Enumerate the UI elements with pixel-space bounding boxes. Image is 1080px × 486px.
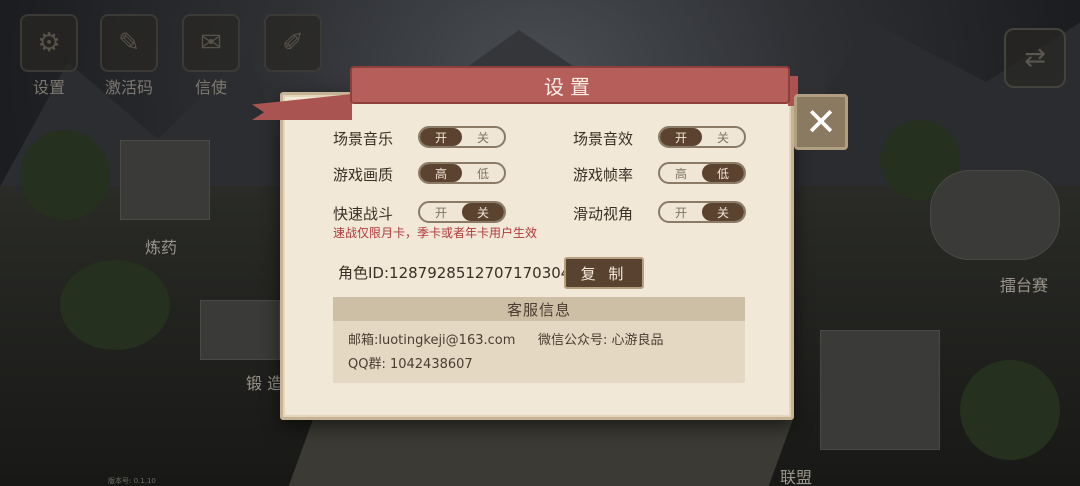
alliance-building[interactable] bbox=[820, 330, 940, 450]
toggle-off-segment[interactable]: 关 bbox=[462, 128, 504, 146]
option-label-swipe-view: 滑动视角 bbox=[573, 205, 634, 223]
toggle-scene-sound[interactable]: 开 关 bbox=[658, 126, 746, 148]
tree bbox=[60, 260, 170, 350]
close-button[interactable]: ✕ bbox=[794, 94, 848, 150]
settings-menu-label: 设置 bbox=[32, 78, 65, 97]
toggle-quality[interactable]: 高 低 bbox=[418, 162, 506, 184]
messenger-button[interactable]: ✉ bbox=[182, 14, 240, 72]
ticket-icon: ✎ bbox=[118, 28, 140, 58]
toggle-low-segment[interactable]: 低 bbox=[462, 164, 504, 182]
messenger-label: 信使 bbox=[194, 78, 227, 97]
copy-button[interactable]: 复 制 bbox=[564, 257, 644, 289]
toggle-swipe-view[interactable]: 开 关 bbox=[658, 201, 746, 223]
toggle-low-segment[interactable]: 低 bbox=[702, 164, 744, 182]
map-label-alliance[interactable]: 联盟 bbox=[780, 464, 812, 486]
version-text: 版本号: 0.1.10 bbox=[108, 477, 156, 485]
close-icon: ✕ bbox=[805, 100, 837, 144]
quick-battle-note: 速战仅限月卡，季卡或者年卡用户生效 bbox=[333, 226, 538, 240]
customer-service-panel: 客服信息 邮箱:luotingkeji@163.com 微信公众号: 心游良品 … bbox=[333, 297, 745, 383]
switch-view-button[interactable]: ⇄ bbox=[1004, 28, 1066, 88]
bridge-path bbox=[287, 420, 793, 486]
service-email: 邮箱:luotingkeji@163.com bbox=[348, 333, 516, 348]
tree bbox=[20, 130, 110, 220]
dialog-title: 设置 bbox=[544, 74, 596, 99]
customer-service-title: 客服信息 bbox=[333, 297, 745, 321]
settings-menu-button[interactable]: ⚙ bbox=[20, 14, 78, 72]
arena-building[interactable] bbox=[930, 170, 1060, 260]
toggle-on-segment[interactable]: 开 bbox=[420, 128, 462, 146]
toggle-off-segment[interactable]: 关 bbox=[462, 203, 504, 221]
toggle-off-segment[interactable]: 关 bbox=[702, 128, 744, 146]
extra-menu-button[interactable]: ✐ bbox=[264, 14, 322, 72]
alchemy-building[interactable] bbox=[120, 140, 210, 220]
toggle-scene-music[interactable]: 开 关 bbox=[418, 126, 506, 148]
activation-code-button[interactable]: ✎ bbox=[100, 14, 158, 72]
toggle-off-segment[interactable]: 关 bbox=[702, 203, 744, 221]
scroll-icon: ✉ bbox=[200, 28, 222, 58]
option-label-quality: 游戏画质 bbox=[333, 166, 394, 184]
activation-code-label: 激活码 bbox=[104, 78, 153, 97]
gear-icon: ⚙ bbox=[37, 28, 61, 58]
map-icon: ✐ bbox=[282, 28, 304, 58]
map-label-arena[interactable]: 擂台赛 bbox=[1000, 272, 1048, 296]
option-label-scene-sound: 场景音效 bbox=[573, 130, 634, 148]
option-label-quick-battle: 快速战斗 bbox=[333, 205, 394, 223]
toggle-on-segment[interactable]: 开 bbox=[660, 203, 702, 221]
toggle-on-segment[interactable]: 开 bbox=[660, 128, 702, 146]
map-label-forge[interactable]: 锻 造 bbox=[246, 370, 283, 394]
toggle-framerate[interactable]: 高 低 bbox=[658, 162, 746, 184]
option-label-scene-music: 场景音乐 bbox=[333, 130, 394, 148]
map-label-alchemy[interactable]: 炼药 bbox=[145, 234, 177, 258]
tree bbox=[960, 360, 1060, 460]
toggle-quick-battle[interactable]: 开 关 bbox=[418, 201, 506, 223]
toggle-high-segment[interactable]: 高 bbox=[420, 164, 462, 182]
toggle-high-segment[interactable]: 高 bbox=[660, 164, 702, 182]
service-wechat: 微信公众号: 心游良品 bbox=[538, 333, 664, 348]
dialog-title-ribbon: 设置 bbox=[350, 66, 790, 104]
arrows-icon: ⇄ bbox=[1024, 43, 1046, 73]
role-id-text: 角色ID:1287928512707170304 bbox=[338, 264, 571, 282]
service-qq: QQ群: 1042438607 bbox=[348, 357, 473, 372]
forge-building[interactable] bbox=[200, 300, 280, 360]
option-label-framerate: 游戏帧率 bbox=[573, 166, 634, 184]
toggle-on-segment[interactable]: 开 bbox=[420, 203, 462, 221]
